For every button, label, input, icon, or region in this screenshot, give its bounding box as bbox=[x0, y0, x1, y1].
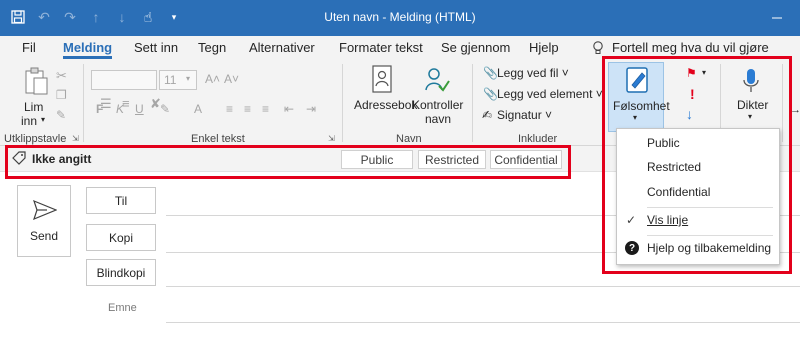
cc-button[interactable]: Kopi bbox=[86, 224, 156, 251]
highlight-icon[interactable]: ✎ bbox=[160, 102, 170, 116]
clipboard-group-label: Utklippstavle bbox=[4, 133, 67, 145]
highlight-box-sensitivity-menu bbox=[602, 56, 792, 274]
title-bar: ↶ ↷ ↑ ↓ ☝ ▾ Uten navn - Melding (HTML) bbox=[0, 0, 800, 36]
paste-dropdown-icon[interactable]: ▾ bbox=[41, 115, 45, 124]
grow-font-icon[interactable]: A˄ bbox=[205, 72, 220, 86]
bcc-field[interactable] bbox=[166, 286, 800, 287]
paste-icon[interactable] bbox=[22, 66, 50, 98]
attach-file-label: Legg ved fil bbox=[497, 66, 559, 80]
font-name-combo[interactable] bbox=[91, 70, 157, 90]
dialog-launcher-icon[interactable]: ⇲ bbox=[328, 134, 335, 143]
tab-message[interactable]: Melding bbox=[63, 40, 113, 59]
font-color-icon[interactable]: A bbox=[194, 102, 202, 116]
paste-label-2: inn bbox=[21, 114, 38, 128]
names-group-label: Navn bbox=[396, 133, 422, 145]
window-title: Uten navn - Melding (HTML) bbox=[324, 10, 476, 24]
lightbulb-icon bbox=[593, 40, 603, 54]
signature-button[interactable]: Signatur ˅ bbox=[497, 108, 552, 122]
font-size-value: 11 bbox=[164, 73, 177, 87]
include-group-label: Inkluder bbox=[518, 133, 558, 145]
to-button[interactable]: Til bbox=[86, 187, 156, 214]
dialog-launcher-icon[interactable]: ⇲ bbox=[72, 134, 79, 143]
tab-file[interactable]: Fil bbox=[22, 40, 36, 55]
tab-review[interactable]: Se gjennom bbox=[441, 40, 510, 55]
tab-insert[interactable]: Sett inn bbox=[134, 40, 178, 55]
bold-icon[interactable]: F bbox=[96, 102, 103, 116]
chevron-down-icon: ▾ bbox=[186, 74, 191, 83]
paperclip-icon: 📎 bbox=[483, 66, 498, 80]
align-left-icon[interactable]: ≡ bbox=[226, 102, 233, 116]
highlight-box-sensitivity-bar bbox=[5, 145, 571, 179]
tell-me-box[interactable]: Fortell meg hva du vil gjøre bbox=[592, 40, 769, 55]
window-controls bbox=[754, 0, 800, 36]
tab-draw[interactable]: Tegn bbox=[198, 40, 226, 55]
group-separator bbox=[342, 64, 343, 142]
send-label: Send bbox=[29, 229, 59, 243]
font-size-combo[interactable]: 11 ▾ bbox=[159, 70, 197, 90]
send-icon bbox=[33, 200, 57, 220]
italic-icon[interactable]: K bbox=[116, 102, 124, 116]
align-right-icon[interactable]: ≡ bbox=[262, 102, 269, 116]
minimize-icon[interactable] bbox=[754, 0, 800, 36]
address-book-label[interactable]: Adressebok bbox=[354, 98, 417, 112]
increase-indent-icon[interactable]: ⇥ bbox=[306, 102, 316, 116]
tell-me-text: Fortell meg hva du vil gjøre bbox=[612, 40, 769, 55]
decrease-indent-icon[interactable]: ⇤ bbox=[284, 102, 294, 116]
format-painter-icon[interactable]: ✎ bbox=[56, 108, 66, 122]
paperclip-icon: 📎 bbox=[483, 87, 498, 101]
attach-item-button[interactable]: Legg ved element ˅ bbox=[497, 87, 603, 101]
group-separator bbox=[83, 64, 84, 142]
shrink-font-icon[interactable]: A˅ bbox=[224, 72, 239, 86]
check-names-label-2[interactable]: navn bbox=[425, 112, 451, 126]
attach-file-button[interactable]: Legg ved fil ˅ bbox=[497, 66, 569, 80]
tab-help[interactable]: Hjelp bbox=[529, 40, 559, 55]
underline-icon[interactable]: U bbox=[135, 102, 144, 116]
basic-text-group-label: Enkel tekst bbox=[191, 133, 245, 145]
check-names-label-1[interactable]: Kontroller bbox=[412, 98, 463, 112]
attach-item-label: Legg ved element bbox=[497, 87, 593, 101]
address-book-icon[interactable] bbox=[370, 64, 394, 94]
send-button[interactable]: Send bbox=[17, 185, 71, 257]
tab-format-text[interactable]: Formater tekst bbox=[339, 40, 423, 55]
signature-label: Signatur bbox=[497, 108, 542, 122]
cut-icon[interactable]: ✂ bbox=[56, 68, 67, 84]
group-separator bbox=[472, 64, 473, 142]
bcc-button[interactable]: Blindkopi bbox=[86, 259, 156, 286]
align-center-icon[interactable]: ≡ bbox=[244, 102, 251, 116]
check-names-icon[interactable] bbox=[424, 66, 450, 94]
paste-label-1: Lim bbox=[24, 100, 44, 114]
subject-label: Emne bbox=[108, 302, 137, 314]
signature-icon: ✍ bbox=[482, 108, 493, 122]
subject-field[interactable] bbox=[166, 322, 800, 323]
tab-options[interactable]: Alternativer bbox=[249, 40, 315, 55]
copy-icon[interactable]: ❐ bbox=[56, 88, 67, 102]
